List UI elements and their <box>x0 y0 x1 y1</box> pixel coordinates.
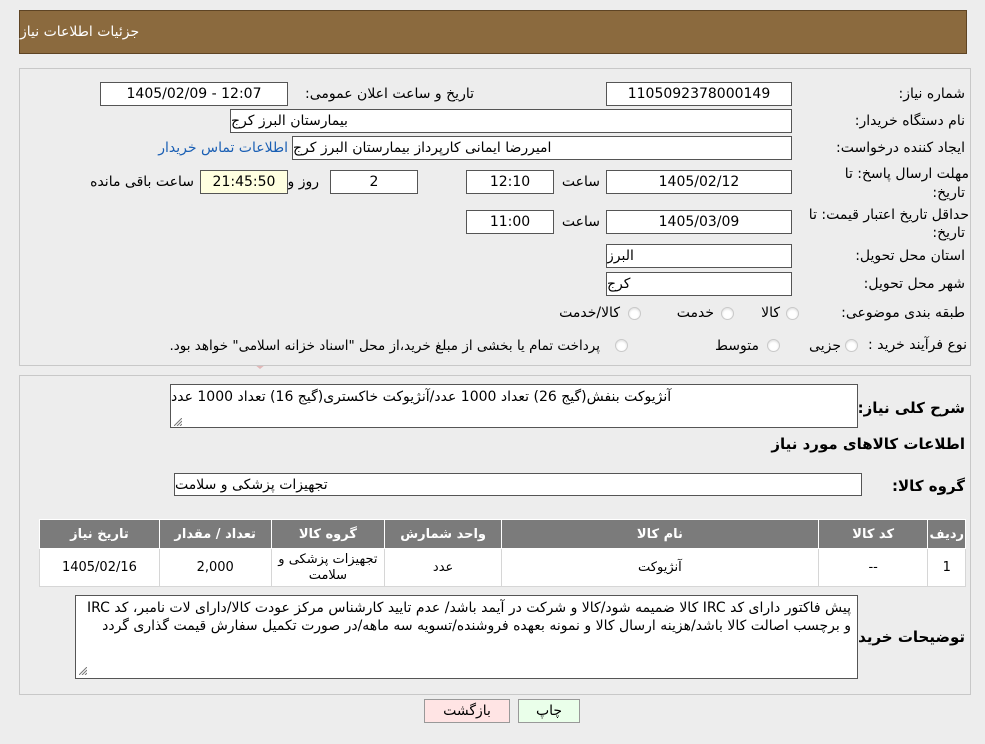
need-number-label: شماره نیاز: <box>898 86 966 102</box>
process-note: پرداخت تمام یا بخشی از مبلغ خرید،از محل … <box>169 338 600 354</box>
items-table: ردیف کد کالا نام کالا واحد شمارش گروه کا… <box>39 519 966 587</box>
category-radio-goods[interactable] <box>786 307 799 320</box>
need-number-field: 1105092378000149 <box>606 82 792 106</box>
print-button[interactable]: چاپ <box>518 699 580 723</box>
deadline-label: مهلت ارسال پاسخ: تا <box>844 166 969 182</box>
buyer-org-label: نام دستگاه خریدار: <box>854 113 965 129</box>
cell-date: 1405/02/16 <box>39 548 160 587</box>
creator-field: امیررضا ایمانی کارپرداز بیمارستان البرز … <box>292 136 792 160</box>
city-field: کرج <box>606 272 792 296</box>
col-date: تاریخ نیاز <box>39 519 160 549</box>
announce-label: تاریخ و ساعت اعلان عمومی: <box>305 86 474 102</box>
process-option-partial: جزیی <box>809 338 841 354</box>
cell-quantity: 2,000 <box>158 548 272 587</box>
description-text: آنژیوکت بنفش(گیج 26) تعداد 1000 عدد/آنژی… <box>171 389 672 405</box>
col-code: کد کالا <box>817 519 929 549</box>
process-radio-partial[interactable] <box>845 339 858 352</box>
city-label: شهر محل تحویل: <box>863 276 965 292</box>
category-label: طبقه بندی موضوعی: <box>841 305 965 321</box>
page-title: جزئیات اطلاعات نیاز <box>20 24 140 40</box>
buyer-notes-text: پیش فاکتور دارای کد IRC کالا ضمیمه شود/ک… <box>87 600 851 634</box>
description-textarea[interactable]: آنژیوکت بنفش(گیج 26) تعداد 1000 عدد/آنژی… <box>170 384 858 428</box>
description-label: شرح کلی نیاز: <box>857 399 965 417</box>
category-option-goods-service: کالا/خدمت <box>559 305 620 321</box>
category-radio-service[interactable] <box>721 307 734 320</box>
announce-datetime-field: 1405/02/09 - 12:07 <box>100 82 288 106</box>
col-row: ردیف <box>927 519 966 549</box>
deadline-time-label: ساعت <box>561 174 600 190</box>
cell-code: -- <box>817 548 929 587</box>
days-remaining-field: 2 <box>330 170 418 194</box>
province-field: البرز <box>606 244 792 268</box>
category-option-goods: کالا <box>761 305 780 321</box>
buyer-org-field: بیمارستان البرز کرج <box>230 109 792 133</box>
cell-group: تجهیزات پزشکی و سلامت <box>270 548 386 587</box>
table-row: 1 -- آنژیوکت عدد تجهیزات پزشکی و سلامت 2… <box>39 548 966 587</box>
resize-handle-icon[interactable] <box>174 418 182 426</box>
process-label: نوع فرآیند خرید : <box>868 337 967 353</box>
goods-info-title: اطلاعات کالاهای مورد نیاز <box>771 435 965 453</box>
goods-group-label: گروه کالا: <box>892 477 965 495</box>
price-valid-date-field: 1405/03/09 <box>606 210 792 234</box>
deadline-label-2: تاریخ: <box>932 185 965 201</box>
days-label: روز و <box>287 174 320 190</box>
col-unit: واحد شمارش <box>384 519 502 549</box>
price-valid-label: حداقل تاریخ اعتبار قیمت: تا <box>808 207 969 223</box>
price-valid-label-2: تاریخ: <box>932 225 965 241</box>
process-radio-medium[interactable] <box>767 339 780 352</box>
table-header-row: ردیف کد کالا نام کالا واحد شمارش گروه کا… <box>39 519 966 549</box>
goods-group-field: تجهیزات پزشکی و سلامت <box>174 473 862 496</box>
creator-label: ایجاد کننده درخواست: <box>836 140 965 156</box>
deadline-time-field: 12:10 <box>466 170 554 194</box>
cell-name: آنژیوکت <box>500 548 819 587</box>
resize-handle-icon[interactable] <box>79 667 87 675</box>
price-valid-time-label: ساعت <box>561 214 600 230</box>
buyer-notes-textarea[interactable]: پیش فاکتور دارای کد IRC کالا ضمیمه شود/ک… <box>75 595 858 679</box>
col-name: نام کالا <box>500 519 819 549</box>
buyer-contact-link[interactable]: اطلاعات تماس خریدار <box>158 140 288 156</box>
page-header: جزئیات اطلاعات نیاز <box>19 10 967 54</box>
category-option-service: خدمت <box>676 305 714 321</box>
back-button[interactable]: بازگشت <box>424 699 510 723</box>
remaining-time-label: ساعت باقی مانده <box>90 174 194 190</box>
deadline-date-field: 1405/02/12 <box>606 170 792 194</box>
price-valid-time-field: 11:00 <box>466 210 554 234</box>
cell-unit: عدد <box>384 548 502 587</box>
remaining-time-field: 21:45:50 <box>200 170 288 194</box>
col-group: گروه کالا <box>270 519 386 549</box>
process-option-medium: متوسط <box>715 338 759 354</box>
category-radio-goods-service[interactable] <box>628 307 641 320</box>
col-quantity: تعداد / مقدار <box>158 519 272 549</box>
province-label: استان محل تحویل: <box>855 248 965 264</box>
cell-row: 1 <box>927 548 966 587</box>
process-checkbox-treasury[interactable] <box>615 339 628 352</box>
